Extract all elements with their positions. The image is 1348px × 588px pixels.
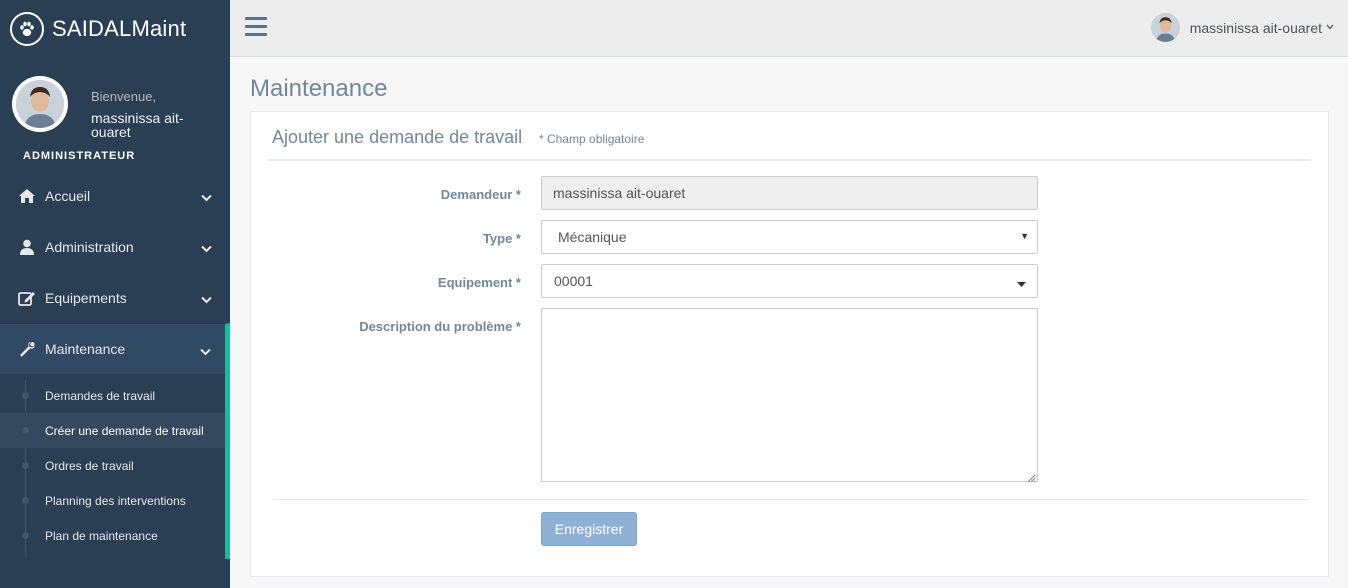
panel-subtitle: * Champ obligatoire bbox=[539, 132, 645, 146]
chevron-down-icon bbox=[201, 189, 212, 205]
sidebar-item-accueil[interactable]: Accueil bbox=[0, 170, 230, 221]
panel-title: Ajouter une demande de travail bbox=[272, 127, 523, 147]
bullet-dot bbox=[22, 497, 29, 504]
type-value: Mécanique bbox=[558, 229, 627, 245]
resize-grip-icon[interactable] bbox=[1027, 471, 1036, 483]
divider bbox=[268, 159, 1311, 161]
save-button[interactable]: Enregistrer bbox=[541, 512, 637, 546]
brand[interactable]: SAIDALMaint bbox=[0, 0, 230, 57]
sidebar-item-label: Maintenance bbox=[45, 341, 126, 357]
submenu-item-label: Créer une demande de travail bbox=[45, 423, 204, 438]
home-icon bbox=[16, 188, 38, 204]
user-name: massinissa ait-ouaret bbox=[1189, 19, 1322, 36]
equipement-value: 00001 bbox=[554, 273, 593, 289]
chevron-down-icon: ▼ bbox=[1020, 231, 1029, 241]
avatar bbox=[1150, 13, 1180, 42]
chevron-down-icon bbox=[201, 291, 212, 307]
top-navbar: massinissa ait-ouaret bbox=[230, 0, 1348, 57]
submenu-item-ordres[interactable]: Ordres de travail bbox=[0, 448, 225, 483]
sidebar-item-administration[interactable]: Administration bbox=[0, 221, 230, 272]
edit-icon bbox=[16, 290, 38, 306]
page-title: Maintenance bbox=[250, 75, 388, 102]
submenu-item-planning[interactable]: Planning des interventions bbox=[0, 483, 225, 518]
divider bbox=[273, 499, 1307, 500]
submenu-item-creer-demande[interactable]: Créer une demande de travail bbox=[0, 413, 225, 448]
brand-title: SAIDALMaint bbox=[52, 15, 187, 41]
sidebar-menu: Accueil Administration Equipements Maint… bbox=[0, 170, 230, 559]
bullet-dot bbox=[22, 427, 29, 434]
sidebar-item-label: Accueil bbox=[45, 187, 91, 204]
bullet-dot bbox=[22, 462, 29, 469]
description-label: Description du problème * bbox=[359, 319, 521, 334]
equipement-select[interactable]: 00001 bbox=[541, 264, 1038, 298]
demandeur-value: massinissa ait-ouaret bbox=[553, 185, 686, 201]
submenu-item-label: Demandes de travail bbox=[45, 388, 156, 403]
sidebar: SAIDALMaint Bienvenue, massinissa ait-ou… bbox=[0, 0, 230, 588]
wrench-icon bbox=[16, 341, 38, 358]
submenu-item-label: Planning des interventions bbox=[45, 493, 186, 508]
demandeur-field: massinissa ait-ouaret bbox=[541, 176, 1038, 210]
submenu-item-label: Plan de maintenance bbox=[45, 528, 158, 543]
maintenance-submenu: Demandes de travail Créer une demande de… bbox=[0, 374, 230, 559]
sidebar-item-label: Equipements bbox=[45, 289, 127, 306]
avatar bbox=[12, 76, 68, 132]
submenu-item-label: Ordres de travail bbox=[45, 458, 134, 473]
paw-icon bbox=[10, 11, 44, 46]
description-textarea[interactable] bbox=[541, 308, 1038, 483]
bullet-dot bbox=[22, 532, 29, 539]
type-select[interactable]: Mécanique ▼ bbox=[541, 220, 1038, 254]
chevron-down-icon bbox=[1326, 22, 1334, 33]
type-label: Type * bbox=[482, 231, 521, 246]
sidebar-item-label: Administration bbox=[45, 238, 134, 255]
submenu-item-demandes[interactable]: Demandes de travail bbox=[0, 378, 225, 413]
menu-toggle-icon[interactable] bbox=[245, 17, 267, 41]
profile-name: massinissa ait-ouaret bbox=[91, 110, 184, 140]
chevron-down-icon bbox=[201, 240, 212, 256]
bullet-dot bbox=[22, 392, 29, 399]
demandeur-label: Demandeur * bbox=[440, 187, 521, 202]
sidebar-item-equipements[interactable]: Equipements bbox=[0, 272, 230, 323]
submenu-item-plan[interactable]: Plan de maintenance bbox=[0, 518, 225, 553]
chevron-down-icon bbox=[200, 343, 211, 359]
user-dropdown[interactable]: massinissa ait-ouaret bbox=[1150, 13, 1334, 42]
profile-role: ADMINISTRATEUR bbox=[23, 150, 136, 162]
user-icon bbox=[16, 239, 38, 255]
caret-down-icon bbox=[1017, 279, 1026, 289]
welcome-label: Bienvenue, bbox=[91, 89, 157, 104]
form-panel: Ajouter une demande de travail * Champ o… bbox=[250, 111, 1329, 577]
equipement-label: Equipement * bbox=[437, 275, 521, 290]
sidebar-item-maintenance[interactable]: Maintenance bbox=[0, 323, 230, 374]
